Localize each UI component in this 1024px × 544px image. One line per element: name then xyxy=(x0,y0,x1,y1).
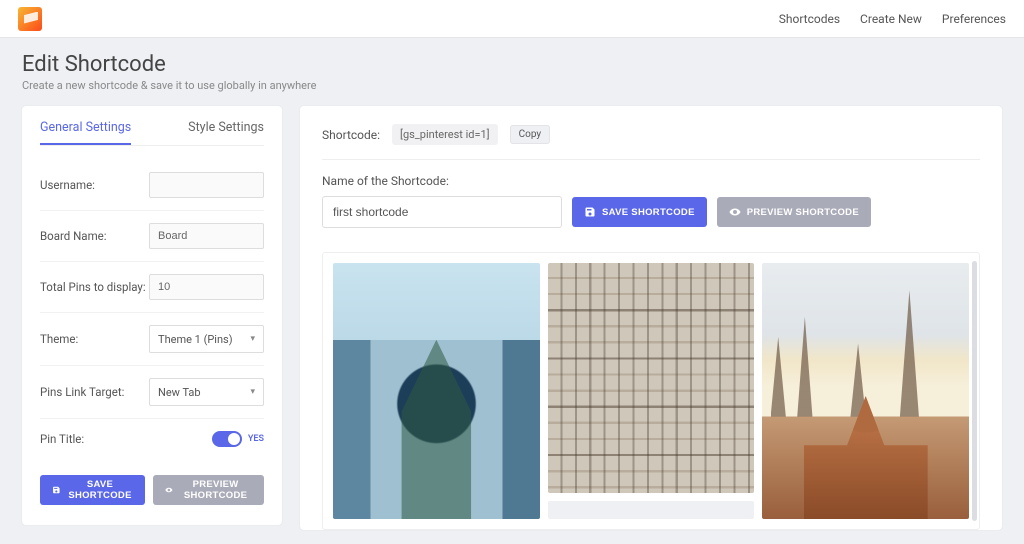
save-shortcode-button[interactable]: Save Shortcode xyxy=(40,475,145,505)
save-icon xyxy=(52,484,61,496)
preview-button-label: Preview Shortcode xyxy=(179,479,252,501)
preview-pin xyxy=(762,263,969,519)
top-nav: Shortcodes Create New Preferences xyxy=(779,12,1006,26)
shortcode-label: Shortcode: xyxy=(322,128,380,142)
preview-pin xyxy=(548,501,755,519)
page-title: Edit Shortcode xyxy=(22,52,1002,77)
eye-icon xyxy=(729,206,741,218)
pintitle-toggle[interactable] xyxy=(212,431,242,447)
target-select-value: New Tab xyxy=(158,386,201,399)
theme-select[interactable]: Theme 1 (Pins) ▾ xyxy=(149,325,264,353)
pins-preview xyxy=(322,252,980,530)
pintitle-state: YES xyxy=(248,434,264,444)
save-button-label: Save Shortcode xyxy=(602,207,695,218)
save-icon xyxy=(584,206,596,218)
shortcode-name-input[interactable] xyxy=(322,196,562,228)
topbar: Shortcodes Create New Preferences xyxy=(0,0,1024,38)
pintitle-label: Pin Title: xyxy=(40,432,84,446)
nav-create-new[interactable]: Create New xyxy=(860,12,922,26)
eye-icon xyxy=(165,484,173,496)
preview-shortcode-button[interactable]: Preview Shortcode xyxy=(153,475,264,505)
totalpins-input[interactable] xyxy=(149,274,264,300)
preview-pin xyxy=(548,263,755,493)
chevron-down-icon: ▾ xyxy=(250,387,255,397)
username-label: Username: xyxy=(40,178,95,192)
target-select[interactable]: New Tab ▾ xyxy=(149,378,264,406)
theme-select-value: Theme 1 (Pins) xyxy=(158,333,233,346)
main-panel: Shortcode: [gs_pinterest id=1] Copy Name… xyxy=(300,106,1002,530)
shortcode-name-label: Name of the Shortcode: xyxy=(322,174,980,188)
target-label: Pins Link Target: xyxy=(40,385,124,399)
shortcode-value: [gs_pinterest id=1] xyxy=(392,124,498,145)
totalpins-label: Total Pins to display: xyxy=(40,280,146,294)
preview-button-label: Preview Shortcode xyxy=(747,207,859,218)
copy-button[interactable]: Copy xyxy=(510,125,551,144)
page-subtitle: Create a new shortcode & save it to use … xyxy=(22,79,1002,92)
preview-shortcode-button-main[interactable]: Preview Shortcode xyxy=(717,197,871,227)
theme-label: Theme: xyxy=(40,332,78,346)
save-button-label: Save Shortcode xyxy=(67,479,134,501)
chevron-down-icon: ▾ xyxy=(250,334,255,344)
page-header: Edit Shortcode Create a new shortcode & … xyxy=(22,52,1002,92)
save-shortcode-button-main[interactable]: Save Shortcode xyxy=(572,197,707,227)
tab-general[interactable]: General Settings xyxy=(40,120,131,145)
board-label: Board Name: xyxy=(40,229,107,243)
preview-pin xyxy=(333,263,540,519)
settings-panel: General Settings Style Settings Username… xyxy=(22,106,282,525)
tab-style[interactable]: Style Settings xyxy=(188,120,264,145)
board-input[interactable] xyxy=(149,223,264,249)
nav-shortcodes[interactable]: Shortcodes xyxy=(779,12,840,26)
nav-preferences[interactable]: Preferences xyxy=(942,12,1006,26)
username-input[interactable] xyxy=(149,172,264,198)
app-logo xyxy=(18,7,42,31)
